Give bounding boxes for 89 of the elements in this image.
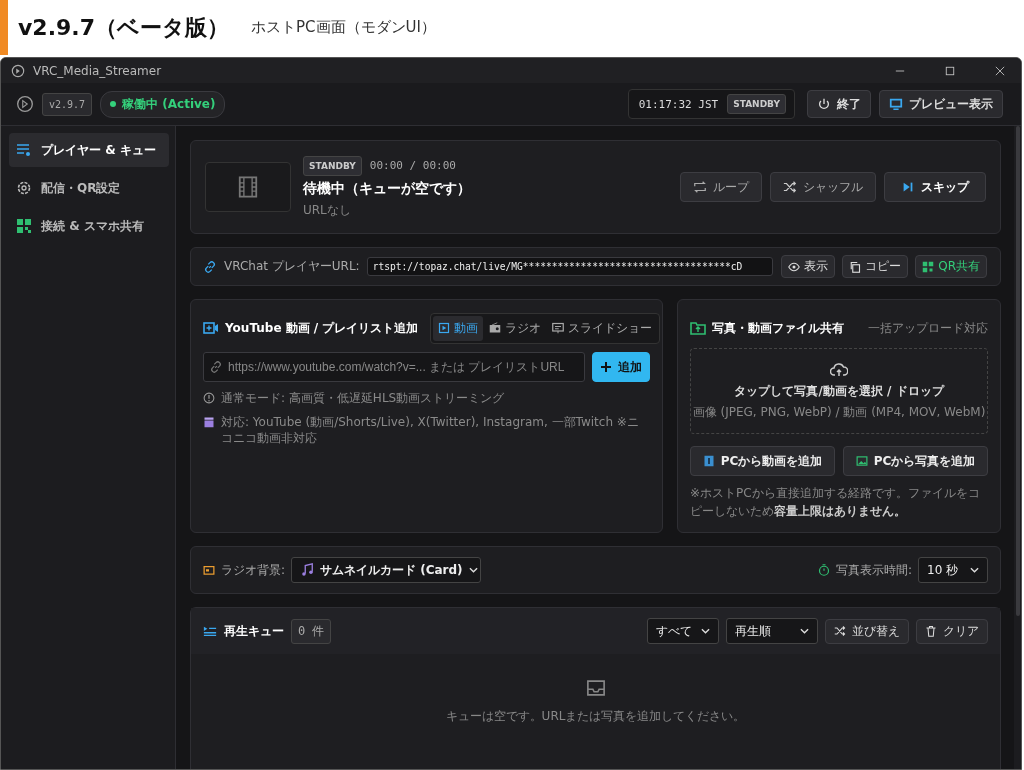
- shuffle-icon: [783, 180, 797, 194]
- sidebar-item[interactable]: プレイヤー & キュー: [9, 133, 169, 167]
- inbox-icon: [585, 678, 606, 698]
- window-title: VRC_Media_Streamer: [33, 63, 162, 78]
- link-icon: [203, 259, 217, 274]
- info-note: 通常モード: 高画質・低遅延HLS動画ストリーミング: [221, 390, 505, 407]
- mode-tab[interactable]: ラジオ: [484, 315, 547, 341]
- film-icon: [237, 176, 259, 198]
- share-note: ※ホストPCから直接追加する経路です。ファイルをコピーしないため容量上限はありません。: [690, 485, 981, 520]
- repeat-icon: [693, 180, 707, 194]
- url-input-field[interactable]: https://www.youtube.com/watch?v=... または プレイリストURL: [203, 352, 585, 382]
- url-button[interactable]: コピー: [842, 255, 909, 278]
- header-button[interactable]: プレビュー表示: [879, 90, 1003, 118]
- shuffle-icon: [834, 625, 846, 637]
- version-title: v2.9.7（ベータ版）: [18, 13, 229, 42]
- plus-icon: [600, 361, 612, 373]
- drop-title: タップして写真/動画を選択 / ドロップ: [734, 383, 944, 400]
- link-icon: [209, 360, 223, 374]
- filter-select[interactable]: すべて: [647, 618, 719, 644]
- empty-queue-message: キューは空です。URLまたは写真を追加してください。: [445, 708, 746, 725]
- cloud-upload-icon: [830, 361, 848, 379]
- settings-icon: [16, 180, 32, 196]
- status-pill: 稼働中 (Active): [100, 90, 226, 118]
- caret-icon: [468, 567, 478, 573]
- image-icon: [855, 455, 868, 467]
- skip-icon: [901, 180, 915, 194]
- playback-time: 00:00 / 00:00: [369, 159, 456, 172]
- player-button[interactable]: スキップ: [884, 172, 986, 202]
- folder-upload-icon: [690, 320, 706, 336]
- mode-tab[interactable]: 動画: [433, 315, 484, 341]
- radio-icon: [203, 564, 215, 576]
- info-icon: [203, 392, 215, 404]
- file-add-button[interactable]: PCから写真を追加: [843, 446, 988, 476]
- power-icon: [817, 97, 831, 111]
- mode-tab[interactable]: スライドショー: [547, 315, 658, 341]
- queue-button[interactable]: 並び替え: [825, 618, 909, 644]
- timer-icon: [817, 564, 830, 576]
- card-title: 写真・動画ファイル共有: [712, 319, 844, 337]
- player-button[interactable]: シャッフル: [770, 172, 876, 202]
- url-label: VRChat プレイヤーURL:: [224, 258, 360, 275]
- drop-hint: 画像 (JPEG, PNG, WebP) / 動画 (MP4, MOV, WebM): [692, 404, 986, 421]
- upload-hint: 一括アップロード対応: [868, 319, 988, 337]
- qr-code-icon: [922, 260, 935, 273]
- add-button[interactable]: 追加: [592, 352, 650, 382]
- caret-icon: [701, 628, 710, 634]
- url-button[interactable]: 表示: [781, 255, 836, 278]
- clock-time: 01:17:32 JST: [638, 97, 719, 111]
- order-select[interactable]: 再生順: [726, 618, 818, 644]
- caret-icon: [800, 628, 809, 634]
- caret-icon: [970, 567, 979, 573]
- app-icon: [11, 63, 25, 78]
- qr-code-icon: [16, 218, 32, 234]
- radio-icon: [489, 322, 502, 334]
- player-state-tag: STANDBY: [303, 155, 362, 176]
- eye-icon: [788, 260, 801, 273]
- track-title: 待機中（キューが空です）: [303, 179, 471, 198]
- playlist-icon: [16, 142, 32, 158]
- photo-time-label: 写真表示時間:: [835, 561, 912, 579]
- maximize-icon[interactable]: [945, 65, 955, 76]
- drop-zone[interactable]: タップして写真/動画を選択 / ドロップ 画像 (JPEG, PNG, WebP) / 動画 (MP4, MOV, WebM): [690, 348, 988, 434]
- queue-button[interactable]: クリア: [916, 618, 988, 644]
- play-icon: [438, 322, 451, 334]
- radio-bg-label: ラジオ背景:: [221, 561, 286, 579]
- header-button[interactable]: 終了: [807, 90, 871, 118]
- photo-time-select[interactable]: 10 秒: [918, 557, 988, 583]
- sidebar-item[interactable]: 接続 & スマホ共有: [9, 209, 169, 243]
- queue-title: 再生キュー: [224, 622, 284, 640]
- info-note: 対応: YouTube (動画/Shorts/Live), X(Twitter), Instagram, 一部Twitch ※ニコニコ動画非対応: [221, 414, 640, 447]
- app-logo-icon: [16, 95, 34, 113]
- url-field[interactable]: rtspt://topaz.chat/live/MG************************************cD: [366, 257, 774, 276]
- url-button[interactable]: QR共有: [915, 255, 987, 278]
- version-badge: v2.9.7: [42, 92, 93, 116]
- slideshow-icon: [552, 322, 565, 334]
- music-note-icon: [300, 563, 315, 577]
- sidebar-item[interactable]: 配信・QR設定: [9, 171, 169, 205]
- video-add-icon: [203, 320, 219, 336]
- trash-icon: [925, 625, 937, 637]
- radio-bg-select[interactable]: サムネイルカード (Card): [291, 557, 482, 583]
- card-title: YouTube 動画 / プレイリスト追加: [225, 319, 419, 337]
- monitor-icon: [889, 97, 903, 111]
- copy-icon: [849, 260, 862, 273]
- track-url: URLなし: [303, 201, 352, 219]
- queue-icon: [203, 624, 217, 638]
- queue-count: 0 件: [291, 618, 332, 644]
- state-tag: STANDBY: [727, 94, 786, 114]
- player-button[interactable]: ループ: [680, 172, 762, 202]
- close-icon[interactable]: [995, 65, 1005, 76]
- banner-subtitle: ホストPC画面（モダンUI）: [251, 18, 436, 37]
- file-add-button[interactable]: PCから動画を追加: [690, 446, 835, 476]
